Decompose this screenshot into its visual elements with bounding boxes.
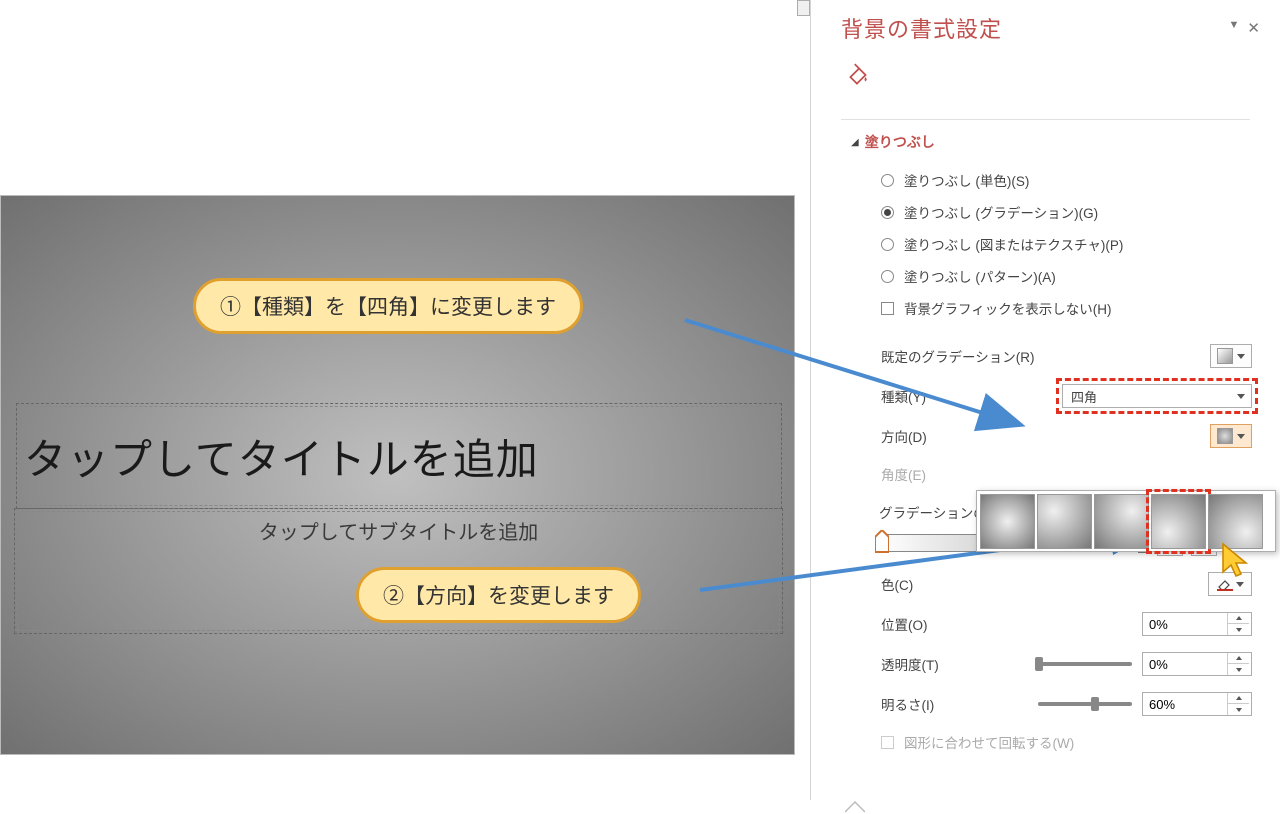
fill-section-header[interactable]: ◢ 塗りつぶし [811,120,1280,160]
color-row: 色(C) [881,564,1252,604]
callout-1-text: ①【種類】を【四角】に変更します [220,296,556,319]
radio-icon [881,270,894,283]
spin-down-button[interactable] [1228,704,1249,715]
brightness-slider[interactable] [1038,702,1132,706]
radio-solid-fill[interactable]: 塗りつぶし (単色)(S) [881,164,1280,196]
checkbox-hide-background[interactable]: 背景グラフィックを表示しない(H) [881,292,1280,324]
gradient-direction-row: 方向(D) [881,416,1252,456]
checkbox-label: 背景グラフィックを表示しない(H) [904,298,1111,318]
gradient-swatch-icon [1217,348,1233,364]
direction-option-top-right[interactable] [1094,494,1149,549]
transparency-label: 透明度(T) [881,654,939,674]
transparency-spinner[interactable] [1142,652,1252,676]
annotation-callout-1: ①【種類】を【四角】に変更します [193,278,583,334]
caret-down-icon [1237,394,1245,399]
transparency-input[interactable] [1143,657,1227,672]
preset-label: 既定のグラデーション(R) [881,346,1034,366]
radio-pattern-fill[interactable]: 塗りつぶし (パターン)(A) [881,260,1280,292]
panel-options-icon[interactable]: ▼ [1229,19,1240,37]
direction-option-bottom-left[interactable] [1151,494,1206,549]
position-row: 位置(O) [881,604,1252,644]
position-label: 位置(O) [881,614,928,634]
collapse-arrow-icon: ◢ [851,137,859,148]
rotate-with-shape-row: 図形に合わせて回転する(W) [881,724,1252,760]
spin-down-button[interactable] [1228,664,1249,675]
checkbox-icon [881,302,894,315]
panel-title: 背景の書式設定 [841,12,1002,44]
type-value: 四角 [1071,387,1097,406]
gradient-type-dropdown[interactable]: 四角 [1062,384,1252,408]
caret-down-icon [1237,434,1245,439]
gradient-direction-dropdown[interactable] [1210,424,1252,448]
preset-gradient-dropdown[interactable] [1210,344,1252,368]
spin-down-button[interactable] [1228,624,1249,635]
scrollbar-handle[interactable] [797,0,810,16]
mouse-cursor-icon [1220,542,1256,587]
radio-picture-fill[interactable]: 塗りつぶし (図またはテクスチャ)(P) [881,228,1280,260]
radio-icon [881,206,894,219]
angle-label: 角度(E) [881,464,926,484]
radio-label: 塗りつぶし (パターン)(A) [904,266,1056,286]
spin-up-button[interactable] [1228,653,1249,664]
transparency-slider[interactable] [1038,662,1132,666]
brightness-input[interactable] [1143,697,1227,712]
subtitle-text: タップしてサブタイトルを追加 [259,522,538,544]
title-placeholder[interactable]: タップしてタイトルを追加 [19,406,779,506]
direction-label: 方向(D) [881,426,927,446]
gradient-type-row: 種類(Y) 四角 [881,376,1252,416]
radio-gradient-fill[interactable]: 塗りつぶし (グラデーション)(G) [881,196,1280,228]
brightness-row: 明るさ(I) [881,684,1252,724]
fill-section-title: 塗りつぶし [865,132,935,152]
radio-label: 塗りつぶし (単色)(S) [904,170,1029,190]
type-label: 種類(Y) [881,386,926,406]
position-input[interactable] [1143,617,1227,632]
close-icon[interactable]: ✕ [1247,19,1260,37]
panel-header: 背景の書式設定 ▼ ✕ [811,0,1280,48]
preset-gradient-row: 既定のグラデーション(R) [881,336,1252,376]
gradient-stop-1[interactable] [875,530,889,554]
spin-up-button[interactable] [1228,693,1249,704]
direction-option-center[interactable] [980,494,1035,549]
spin-up-button[interactable] [1228,613,1249,624]
slide-canvas-area: タップしてタイトルを追加 タップしてサブタイトルを追加 [0,0,810,800]
radio-icon [881,238,894,251]
color-label: 色(C) [881,574,913,594]
fill-bucket-icon[interactable] [845,62,871,88]
gradient-angle-row: 角度(E) [881,456,1252,492]
brightness-spinner[interactable] [1142,692,1252,716]
callout-2-text: ②【方向】を変更します [383,585,614,608]
radio-label: 塗りつぶし (図またはテクスチャ)(P) [904,234,1123,254]
radio-label: 塗りつぶし (グラデーション)(G) [904,202,1098,222]
direction-option-top-left[interactable] [1037,494,1092,549]
checkbox-icon [881,736,894,749]
direction-swatch-icon [1217,428,1233,444]
radio-icon [881,174,894,187]
transparency-row: 透明度(T) [881,644,1252,684]
direction-option-bottom-right[interactable] [1208,494,1263,549]
annotation-callout-2: ②【方向】を変更します [356,567,641,623]
position-spinner[interactable] [1142,612,1252,636]
title-text: タップしてタイトルを追加 [24,426,539,487]
caret-down-icon [1237,354,1245,359]
rotate-label: 図形に合わせて回転する(W) [904,732,1074,752]
brightness-label: 明るさ(I) [881,694,934,714]
format-background-panel: 背景の書式設定 ▼ ✕ ◢ 塗りつぶし 塗りつぶし (単色)(S) 塗りつぶし … [810,0,1280,800]
